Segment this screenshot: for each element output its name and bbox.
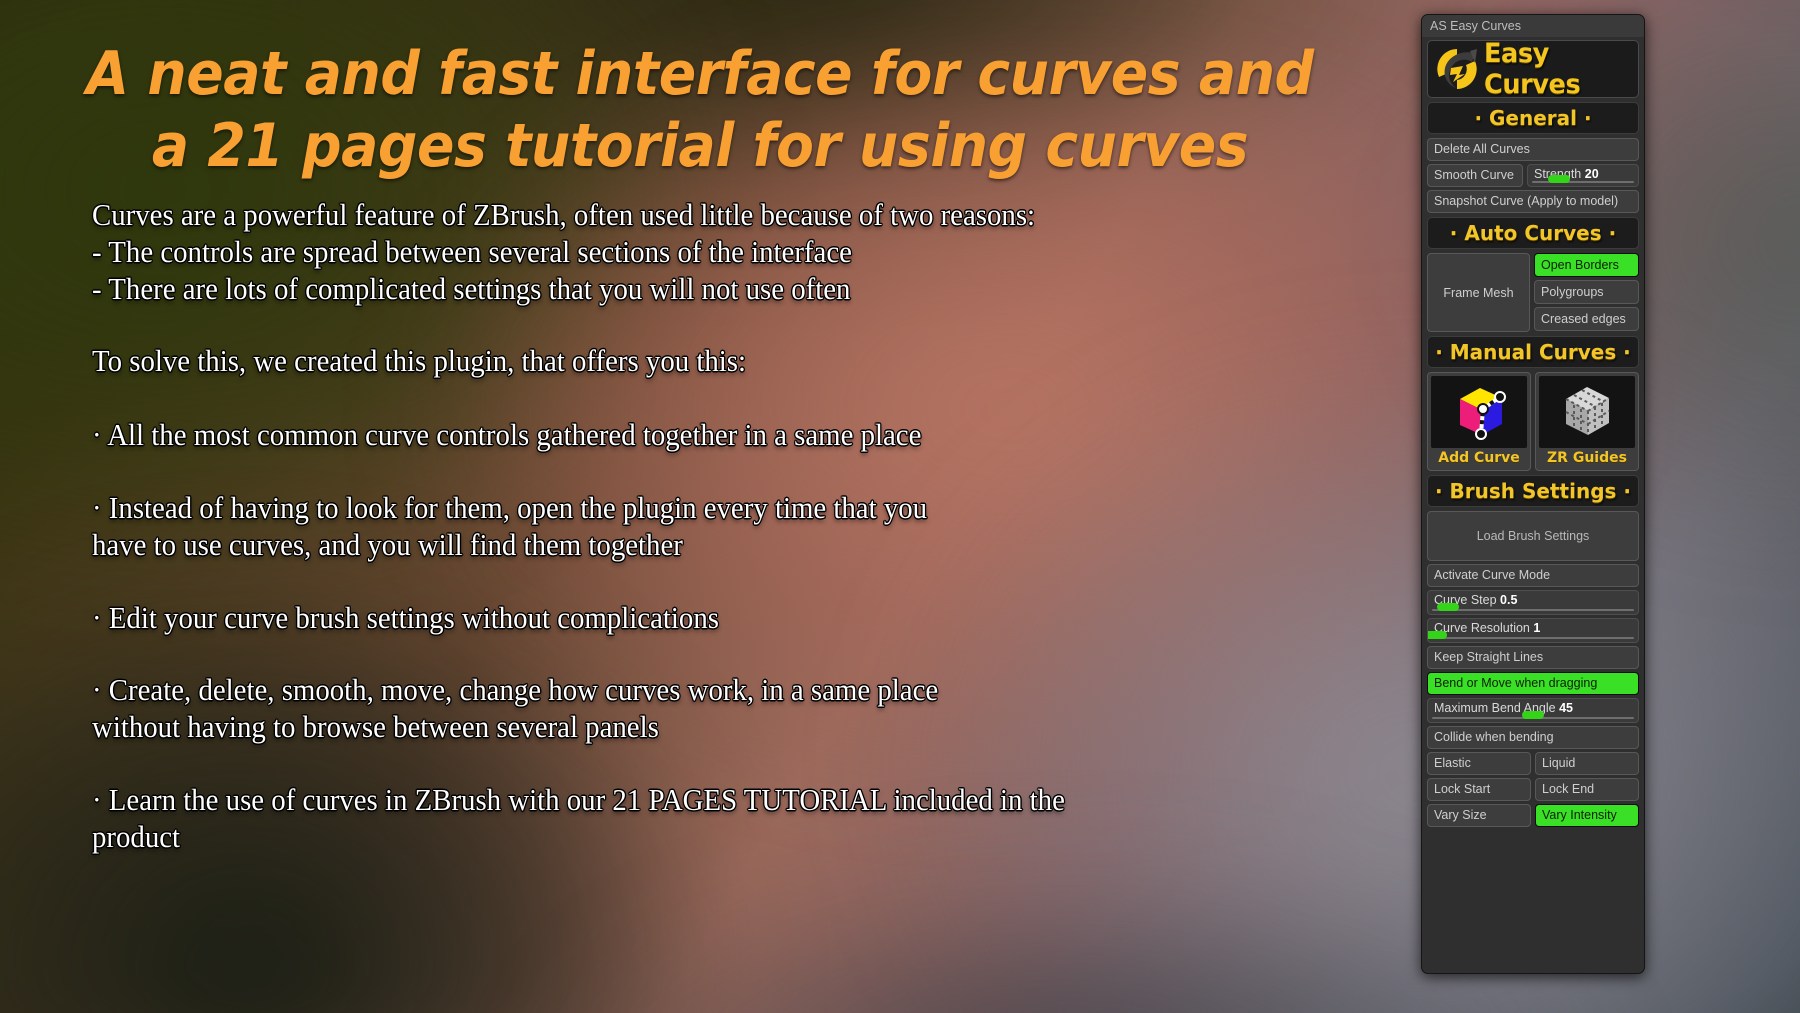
auto-curves-controls: Frame Mesh Open Borders Polygroups Creas…: [1427, 253, 1639, 332]
manual-curves-buttons: Add Curve ZR Guides: [1427, 372, 1639, 471]
section-header-manual-curves: · Manual Curves ·: [1427, 336, 1639, 368]
load-brush-settings-button[interactable]: Load Brush Settings: [1427, 511, 1639, 561]
elastic-liquid-row: Elastic Liquid: [1427, 752, 1639, 775]
zr-guides-label: ZR Guides: [1547, 450, 1627, 466]
curve-step-value: 0.5: [1500, 593, 1518, 607]
easy-curves-plugin-panel: AS Easy Curves Easy Curves · General · D…: [1421, 14, 1645, 974]
snapshot-curve-button[interactable]: Snapshot Curve (Apply to model): [1427, 190, 1639, 213]
lock-start-toggle[interactable]: Lock Start: [1427, 778, 1531, 801]
smooth-curve-button[interactable]: Smooth Curve: [1427, 164, 1523, 187]
activate-curve-mode-button[interactable]: Activate Curve Mode: [1427, 564, 1639, 587]
feature-bullet-3: · Edit your curve brush settings without…: [92, 600, 719, 635]
collide-when-bending-toggle[interactable]: Collide when bending: [1427, 726, 1639, 749]
curve-step-slider[interactable]: Curve Step 0.5: [1427, 590, 1639, 615]
section-header-auto-curves: · Auto Curves ·: [1427, 217, 1639, 249]
maximum-bend-angle-knob[interactable]: [1522, 711, 1544, 719]
curve-resolution-label: Curve Resolution 1: [1434, 619, 1638, 638]
strength-value: 20: [1584, 167, 1599, 181]
page-title: A neat and fast interface for curves and…: [86, 39, 1314, 181]
liquid-toggle[interactable]: Liquid: [1535, 752, 1639, 775]
feature-bullet-4: · Create, delete, smooth, move, change h…: [92, 672, 939, 745]
curve-resolution-value: 1: [1533, 621, 1541, 635]
lock-end-toggle[interactable]: Lock End: [1535, 778, 1639, 801]
max-bend-value: 45: [1559, 701, 1573, 715]
add-curve-label: Add Curve: [1438, 450, 1520, 466]
gray-cube-with-dashed-guides-icon: [1565, 387, 1610, 435]
marketing-copy: A neat and fast interface for curves and…: [0, 0, 1420, 1013]
plugin-logo-text: Easy Curves: [1484, 40, 1581, 98]
keep-straight-lines-toggle[interactable]: Keep Straight Lines: [1427, 646, 1639, 669]
curve-step-track[interactable]: [1432, 603, 1634, 611]
creased-edges-toggle[interactable]: Creased edges: [1534, 307, 1639, 331]
intro-paragraph: Curves are a powerful feature of ZBrush,…: [92, 197, 1036, 307]
zr-guides-thumbnail: [1539, 376, 1635, 448]
delete-all-curves-button[interactable]: Delete All Curves: [1427, 138, 1639, 161]
add-curve-button[interactable]: Add Curve: [1427, 372, 1531, 471]
vary-size-toggle[interactable]: Vary Size: [1427, 804, 1531, 827]
feature-bullet-2: · Instead of having to look for them, op…: [92, 490, 928, 563]
zr-guides-button[interactable]: ZR Guides: [1535, 372, 1639, 471]
strength-slider[interactable]: Strength 20: [1527, 164, 1639, 187]
vary-intensity-toggle[interactable]: Vary Intensity: [1535, 804, 1639, 827]
polygroups-toggle[interactable]: Polygroups: [1534, 280, 1639, 304]
open-borders-toggle[interactable]: Open Borders: [1534, 253, 1639, 277]
frame-mesh-button[interactable]: Frame Mesh: [1427, 253, 1530, 332]
curve-resolution-track[interactable]: [1428, 631, 1634, 639]
curve-resolution-knob[interactable]: [1428, 631, 1448, 639]
curve-step-label: Curve Step 0.5: [1434, 591, 1638, 610]
strength-slider-knob[interactable]: [1547, 175, 1570, 183]
feature-bullet-1: · All the most common curve controls gat…: [92, 417, 922, 452]
section-header-brush-settings: · Brush Settings ·: [1427, 475, 1639, 507]
curve-resolution-label-text: Curve Resolution: [1434, 621, 1530, 635]
section-header-general: · General ·: [1427, 102, 1639, 134]
curve-step-knob[interactable]: [1437, 603, 1460, 611]
bend-or-move-when-dragging-toggle[interactable]: Bend or Move when dragging: [1427, 672, 1639, 695]
lock-row: Lock Start Lock End: [1427, 778, 1639, 801]
frame-mesh-options: Open Borders Polygroups Creased edges: [1534, 253, 1639, 332]
colored-cube-with-curve-points-icon: [1460, 388, 1506, 440]
panel-window-title: AS Easy Curves: [1422, 15, 1644, 37]
vary-row: Vary Size Vary Intensity: [1427, 804, 1639, 827]
feature-bullet-5: · Learn the use of curves in ZBrush with…: [92, 782, 1065, 855]
maximum-bend-angle-track[interactable]: [1432, 711, 1634, 719]
smooth-curve-row: Smooth Curve Strength 20: [1427, 164, 1639, 187]
elastic-toggle[interactable]: Elastic: [1427, 752, 1531, 775]
maximum-bend-angle-slider[interactable]: Maximum Bend Angle 45: [1427, 698, 1639, 723]
plugin-logo-banner: Easy Curves: [1427, 40, 1639, 98]
strength-slider-track[interactable]: [1532, 175, 1634, 183]
curve-resolution-slider[interactable]: Curve Resolution 1: [1427, 618, 1639, 643]
solve-paragraph: To solve this, we created this plugin, t…: [92, 343, 747, 378]
add-curve-thumbnail: [1431, 376, 1527, 448]
easy-curves-swirl-logo-icon: [1436, 48, 1478, 90]
